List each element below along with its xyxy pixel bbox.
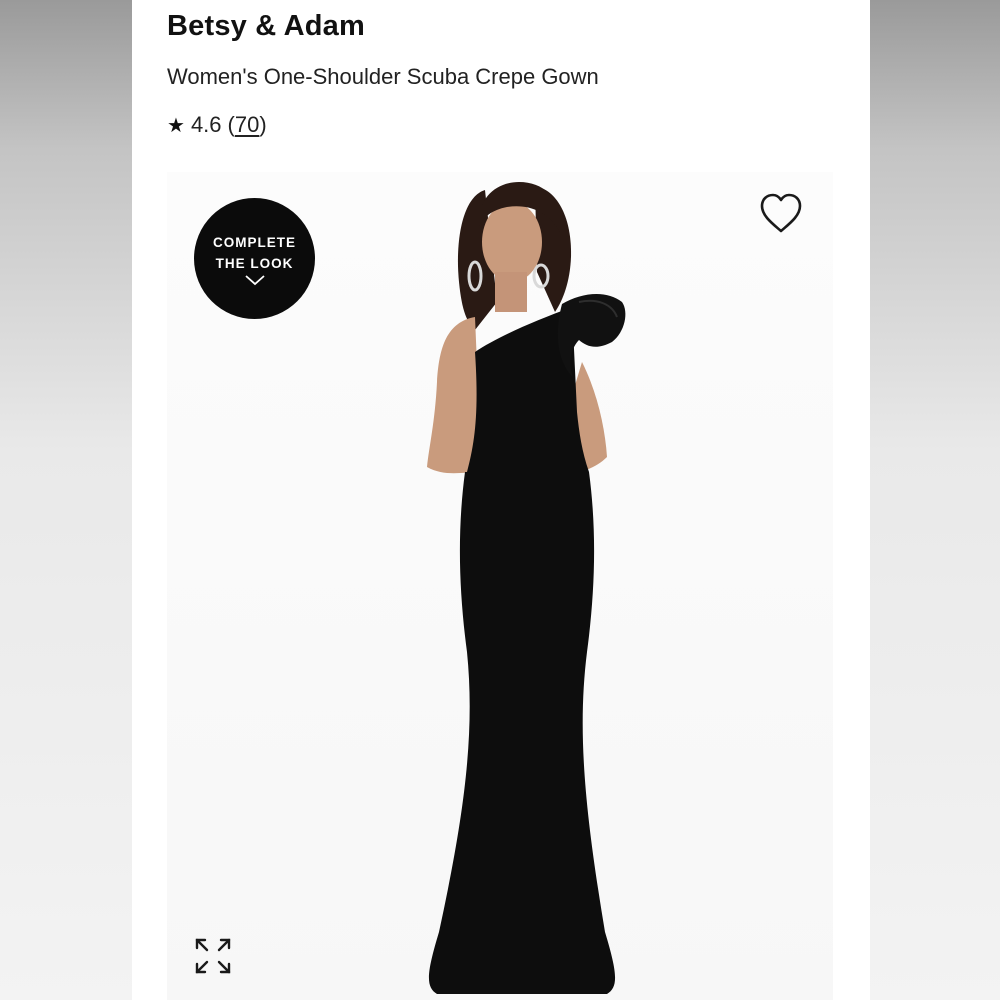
- complete-look-line2: THE LOOK: [215, 255, 294, 271]
- product-image[interactable]: COMPLETE THE LOOK: [167, 172, 833, 1000]
- star-icon: ★: [167, 114, 185, 137]
- complete-look-line1: COMPLETE: [212, 234, 296, 250]
- brand-name[interactable]: Betsy & Adam: [167, 10, 365, 43]
- expand-icon[interactable]: [193, 936, 233, 976]
- rating-row: ★ 4.6 (70): [167, 112, 267, 138]
- right-backdrop: [870, 0, 1000, 1000]
- heart-icon[interactable]: [757, 190, 805, 238]
- chevron-down-icon: [244, 274, 265, 285]
- review-count-wrapper[interactable]: (70): [228, 112, 267, 138]
- left-backdrop: [0, 0, 132, 1000]
- product-card: Betsy & Adam Women's One-Shoulder Scuba …: [132, 0, 870, 1000]
- complete-the-look-button[interactable]: COMPLETE THE LOOK: [194, 198, 315, 319]
- model-photo: [427, 182, 626, 994]
- open-paren: (: [227, 112, 235, 137]
- review-count-link[interactable]: 70: [235, 112, 259, 137]
- close-paren: ): [259, 112, 267, 137]
- rating-value: 4.6: [190, 112, 222, 137]
- product-title: Women's One-Shoulder Scuba Crepe Gown: [167, 64, 599, 89]
